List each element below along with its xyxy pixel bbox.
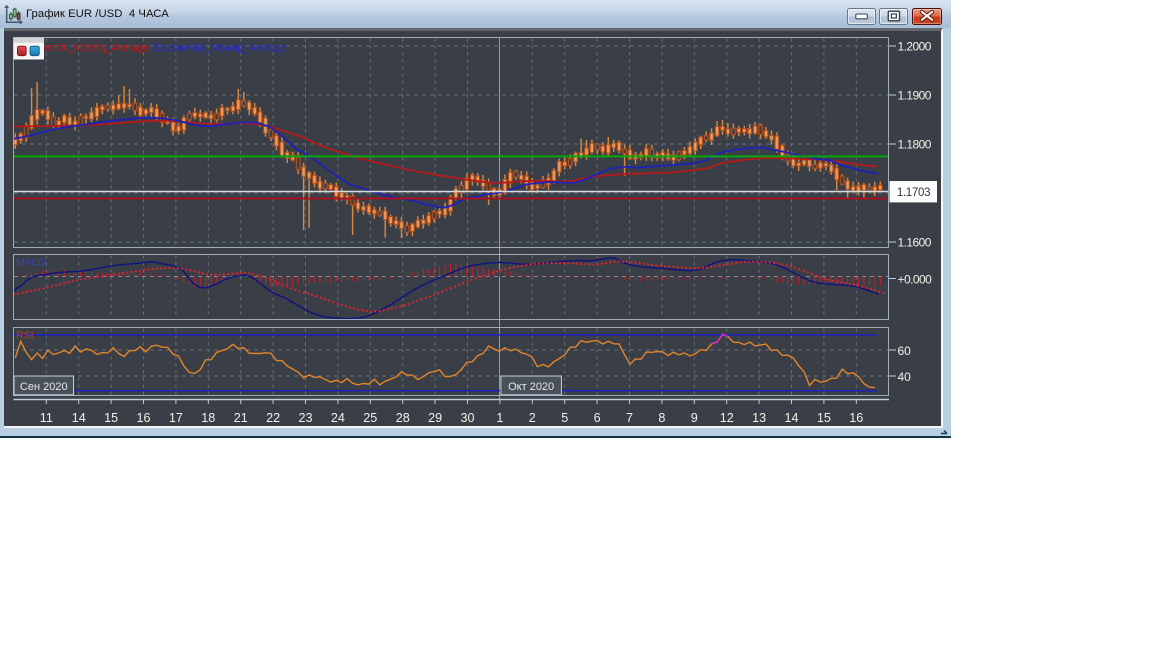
svg-text:16: 16 [136,411,150,425]
svg-text:17: 17 [169,411,183,425]
svg-text:13: 13 [752,411,766,425]
svg-text:25: 25 [363,411,377,425]
svg-text:ential_Moving_Average: ential_Moving_Average [45,42,149,54]
svg-text:28: 28 [396,411,410,425]
svg-text:14: 14 [784,411,798,425]
svg-text:1.1800: 1.1800 [898,138,932,152]
svg-text:7: 7 [626,411,633,425]
svg-text:1.2000: 1.2000 [898,40,932,54]
svg-text:Exponential_Moving_Average: Exponential_Moving_Average [153,42,287,54]
svg-text:14: 14 [72,411,86,425]
svg-text:8: 8 [658,411,665,425]
svg-text:MACD: MACD [16,257,46,269]
svg-text:60: 60 [898,344,912,358]
svg-text:30: 30 [460,411,474,425]
svg-text:24: 24 [331,411,345,425]
svg-text:15: 15 [817,411,831,425]
svg-text:1.1703: 1.1703 [897,187,930,199]
svg-text:6: 6 [594,411,601,425]
svg-text:11: 11 [40,411,53,425]
svg-text:18: 18 [201,411,215,425]
svg-text:1.1900: 1.1900 [898,89,932,103]
svg-text:2: 2 [529,411,536,425]
svg-text:+0.000: +0.000 [898,273,933,287]
svg-text:5: 5 [561,411,568,425]
svg-text:Окт 2020: Окт 2020 [508,381,554,393]
svg-text:21: 21 [234,411,248,425]
svg-text:40: 40 [898,370,912,384]
svg-text:15: 15 [104,411,118,425]
svg-text:29: 29 [428,411,442,425]
svg-text:23: 23 [298,411,312,425]
svg-text:9: 9 [691,411,698,425]
svg-text:Сен 2020: Сен 2020 [20,381,68,393]
svg-text:22: 22 [266,411,280,425]
svg-text:1: 1 [496,411,503,425]
svg-text:RSI: RSI [16,330,34,342]
svg-text:16: 16 [849,411,863,425]
svg-text:1.1600: 1.1600 [898,236,932,250]
svg-text:12: 12 [720,411,734,425]
